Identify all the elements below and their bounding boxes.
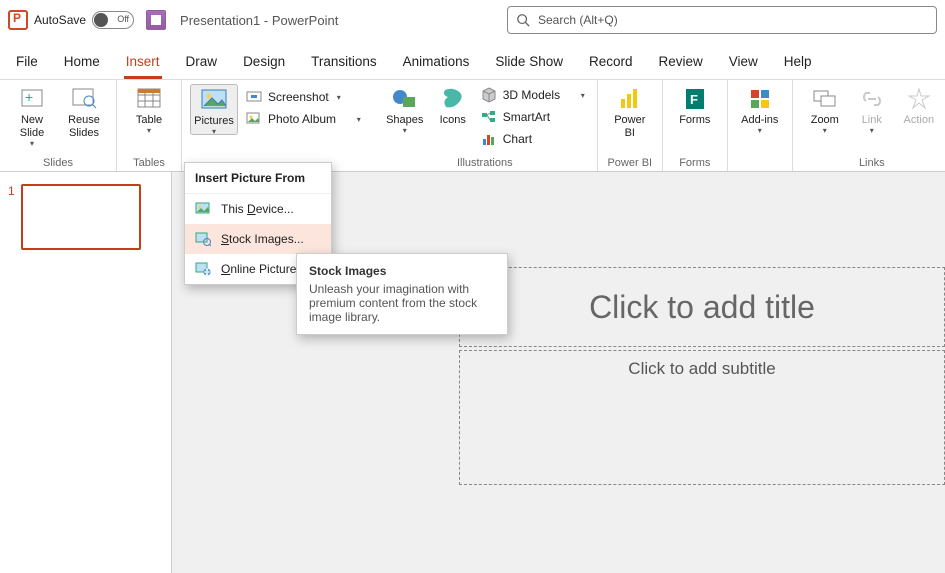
tab-home[interactable]: Home xyxy=(62,46,102,79)
tab-insert[interactable]: Insert xyxy=(124,46,162,79)
stock-images-icon xyxy=(195,231,211,247)
tab-view[interactable]: View xyxy=(727,46,760,79)
search-input[interactable]: Search (Alt+Q) xyxy=(507,6,937,34)
screenshot-button[interactable]: Screenshot▾ xyxy=(242,86,365,108)
online-pictures-icon xyxy=(195,261,211,277)
3d-models-button[interactable]: 3D Models ▾ xyxy=(477,84,589,106)
shapes-button[interactable]: Shapes▾ xyxy=(381,84,429,133)
tooltip-title: Stock Images xyxy=(309,264,495,278)
tab-record[interactable]: Record xyxy=(587,46,635,79)
autosave-state: Off xyxy=(117,14,129,24)
ribbon-group-images: Pictures ▾ Screenshot▾ Photo Album ▾ xyxy=(182,80,373,171)
tooltip-stock-images: Stock Images Unleash your imagination wi… xyxy=(296,253,508,335)
autosave-toggle[interactable]: Off xyxy=(92,11,134,29)
svg-text:F: F xyxy=(690,92,698,107)
ribbon-group-tables: Table ▾ Tables xyxy=(117,80,182,171)
tab-file[interactable]: File xyxy=(14,46,40,79)
ribbon-group-powerbi: Power BI Power BI xyxy=(598,80,663,171)
group-label-illustrations: Illustrations xyxy=(381,155,589,169)
tooltip-body: Unleash your imagination with premium co… xyxy=(309,282,495,324)
title-placeholder[interactable]: Click to add title xyxy=(459,267,945,347)
device-picture-icon xyxy=(195,201,211,217)
group-label-links: Links xyxy=(801,155,943,169)
power-bi-button[interactable]: Power BI xyxy=(606,84,654,140)
action-button: Action xyxy=(895,84,943,127)
dropdown-header: Insert Picture From xyxy=(185,163,331,194)
group-label-powerbi: Power BI xyxy=(606,155,654,169)
add-ins-button[interactable]: Add-ins▾ xyxy=(736,84,784,133)
zoom-button[interactable]: Zoom▾ xyxy=(801,84,849,133)
ribbon-group-links: Zoom▾ Link▾ Action Links xyxy=(793,80,945,171)
ribbon: + New Slide ▾ Reuse Slides Slides Table … xyxy=(0,80,945,172)
ribbon-group-slides: + New Slide ▾ Reuse Slides Slides xyxy=(0,80,117,171)
tab-review[interactable]: Review xyxy=(657,46,705,79)
slide-thumbnail-pane[interactable]: 1 xyxy=(0,172,172,573)
ribbon-group-illustrations: Shapes▾ Icons 3D Models ▾ SmartArt Chart xyxy=(373,80,598,171)
main-area: 1 Click to add title Click to add subtit… xyxy=(0,172,945,573)
link-button: Link▾ xyxy=(853,84,891,133)
icons-button[interactable]: Icons xyxy=(433,84,473,127)
group-label-slides: Slides xyxy=(8,155,108,169)
group-label-forms: Forms xyxy=(671,155,719,169)
tab-draw[interactable]: Draw xyxy=(184,46,220,79)
search-icon xyxy=(516,13,530,27)
tab-slide-show[interactable]: Slide Show xyxy=(493,46,565,79)
slide-number: 1 xyxy=(8,184,15,250)
menu-item-this-device[interactable]: This Device... xyxy=(185,194,331,224)
tab-animations[interactable]: Animations xyxy=(401,46,472,79)
autosave-label: AutoSave xyxy=(34,13,86,27)
smartart-button[interactable]: SmartArt xyxy=(477,106,589,128)
group-label-tables: Tables xyxy=(125,155,173,169)
smartart-icon xyxy=(481,109,497,125)
svg-text:+: + xyxy=(25,89,33,105)
title-bar: AutoSave Off Presentation1 - PowerPoint … xyxy=(0,0,945,40)
save-icon[interactable] xyxy=(146,10,166,30)
menu-tabs: File Home Insert Draw Design Transitions… xyxy=(0,40,945,80)
tab-design[interactable]: Design xyxy=(241,46,287,79)
reuse-slides-button[interactable]: Reuse Slides xyxy=(60,84,108,140)
pictures-button[interactable]: Pictures ▾ xyxy=(190,84,238,135)
ribbon-group-forms: F Forms Forms xyxy=(663,80,728,171)
subtitle-placeholder[interactable]: Click to add subtitle xyxy=(459,350,945,485)
forms-button[interactable]: F Forms xyxy=(671,84,719,127)
new-slide-button[interactable]: + New Slide ▾ xyxy=(8,84,56,146)
tab-help[interactable]: Help xyxy=(782,46,814,79)
tab-transitions[interactable]: Transitions xyxy=(309,46,379,79)
ribbon-group-addins: Add-ins▾ xyxy=(728,80,793,171)
chart-icon xyxy=(481,131,497,147)
slide-thumbnail-1[interactable] xyxy=(21,184,141,250)
chart-button[interactable]: Chart xyxy=(477,128,589,150)
screenshot-icon xyxy=(246,89,262,105)
table-button[interactable]: Table ▾ xyxy=(125,84,173,133)
photo-album-icon xyxy=(246,111,262,127)
document-title: Presentation1 - PowerPoint xyxy=(180,13,338,28)
search-placeholder: Search (Alt+Q) xyxy=(538,13,618,27)
photo-album-button[interactable]: Photo Album ▾ xyxy=(242,108,365,130)
powerpoint-app-icon xyxy=(8,10,28,30)
cube-icon xyxy=(481,87,497,103)
menu-item-stock-images[interactable]: Stock Images... xyxy=(185,224,331,254)
